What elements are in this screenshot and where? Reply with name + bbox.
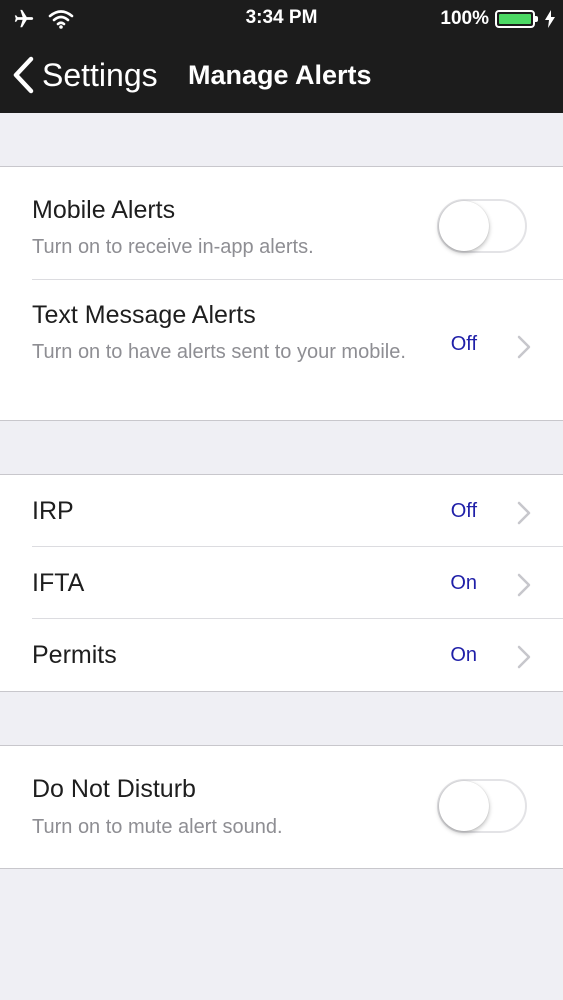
programs-group: IRP Off IFTA On Permits On xyxy=(0,474,563,692)
toggle-knob xyxy=(439,781,489,831)
status-right: 100% xyxy=(440,6,555,32)
charging-bolt-icon xyxy=(545,10,555,28)
program-row-ifta[interactable]: IFTA On xyxy=(0,547,563,619)
program-title: Permits xyxy=(32,641,117,669)
battery-fill xyxy=(499,14,531,24)
mobile-alerts-subtitle: Turn on to receive in-app alerts. xyxy=(32,236,314,258)
program-row-permits[interactable]: Permits On xyxy=(0,619,563,691)
chevron-right-icon xyxy=(517,645,531,669)
page-title: Manage Alerts xyxy=(188,60,372,90)
do-not-disturb-toggle[interactable] xyxy=(437,779,527,833)
battery-percent: 100% xyxy=(440,8,489,29)
do-not-disturb-title: Do Not Disturb xyxy=(32,775,196,803)
program-value: On xyxy=(450,572,477,594)
chevron-right-icon xyxy=(517,573,531,597)
mobile-alerts-toggle[interactable] xyxy=(437,199,527,253)
battery-icon xyxy=(495,10,538,28)
program-row-irp[interactable]: IRP Off xyxy=(0,475,563,547)
toggle-knob xyxy=(439,201,489,251)
mobile-alerts-row: Mobile Alerts Turn on to receive in-app … xyxy=(0,167,563,280)
alerts-group: Mobile Alerts Turn on to receive in-app … xyxy=(0,166,563,421)
top-bar: 3:34 PM 100% Settings Manage Alerts xyxy=(0,0,563,113)
do-not-disturb-row: Do Not Disturb Turn on to mute alert sou… xyxy=(0,746,563,868)
chevron-left-icon xyxy=(13,56,34,94)
text-message-alerts-value: Off xyxy=(450,333,477,355)
program-title: IFTA xyxy=(32,569,85,597)
chevron-right-icon xyxy=(517,501,531,525)
text-message-alerts-title: Text Message Alerts xyxy=(32,301,256,329)
text-message-alerts-subtitle: Turn on to have alerts sent to your mobi… xyxy=(32,341,406,363)
do-not-disturb-group: Do Not Disturb Turn on to mute alert sou… xyxy=(0,745,563,869)
program-value: Off xyxy=(450,500,477,522)
mobile-alerts-title: Mobile Alerts xyxy=(32,196,176,224)
text-message-alerts-row[interactable]: Text Message Alerts Turn on to have aler… xyxy=(0,280,563,421)
program-value: On xyxy=(450,644,477,666)
back-label: Settings xyxy=(42,57,158,93)
back-button[interactable]: Settings xyxy=(12,54,158,96)
nav-bar: Settings Manage Alerts xyxy=(0,48,563,102)
status-bar: 3:34 PM 100% xyxy=(0,0,563,38)
do-not-disturb-subtitle: Turn on to mute alert sound. xyxy=(32,816,283,838)
chevron-right-icon xyxy=(517,335,531,359)
program-title: IRP xyxy=(32,497,74,525)
